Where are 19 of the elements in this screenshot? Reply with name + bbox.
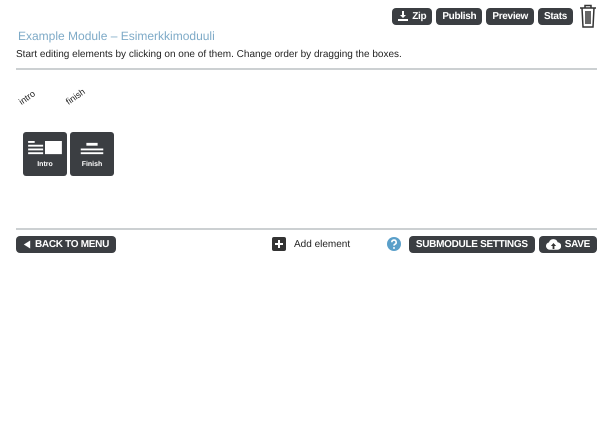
layout-icon bbox=[28, 140, 62, 156]
instructions-text: Start editing elements by clicking on one of them. Change order by dragging the boxes. bbox=[16, 49, 403, 60]
element-name: finish bbox=[64, 86, 88, 109]
save-button[interactable]: SAVE bbox=[538, 236, 597, 252]
back-button[interactable]: BACK TO MENU bbox=[16, 236, 116, 252]
toolbar-button[interactable]: Publish bbox=[436, 8, 482, 24]
element-name: intro bbox=[16, 88, 38, 109]
download-icon bbox=[398, 11, 408, 21]
toolbar-button[interactable]: Stats bbox=[538, 8, 573, 24]
back-arrow-icon bbox=[23, 240, 31, 248]
cloud-upload-icon bbox=[546, 238, 561, 250]
add-icon[interactable] bbox=[272, 237, 286, 251]
toolbar-button[interactable]: Zip bbox=[392, 8, 432, 24]
module-title: Example Module – Esimerkkimoduuli bbox=[17, 29, 216, 43]
add-element-label[interactable]: Add element bbox=[294, 238, 350, 250]
settings-button[interactable]: SUBMODULE SETTINGS bbox=[408, 236, 535, 252]
help-icon[interactable] bbox=[386, 237, 401, 251]
toolbar-button[interactable]: Preview bbox=[486, 8, 534, 24]
trash-icon[interactable] bbox=[579, 4, 597, 28]
